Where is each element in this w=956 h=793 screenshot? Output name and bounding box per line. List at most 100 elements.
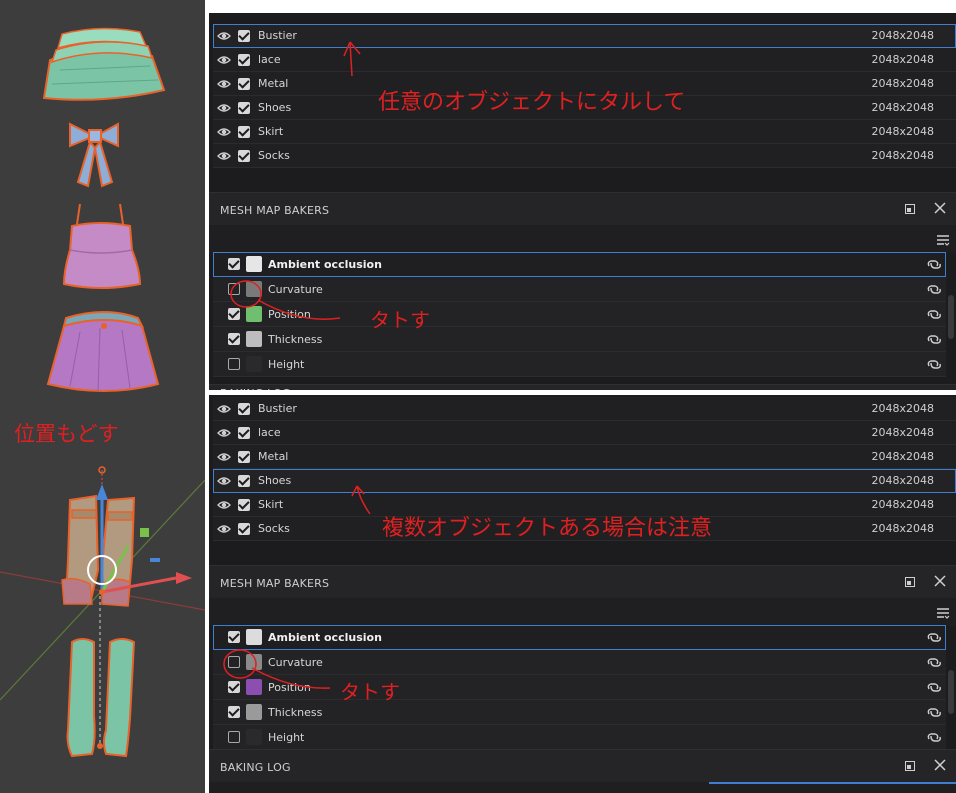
texture-set-row[interactable]: Bustier 2048x2048 [213, 24, 956, 48]
texture-set-checkbox[interactable] [238, 523, 250, 535]
baker-name: Thickness [268, 333, 323, 346]
eye-visibility-icon[interactable] [217, 498, 231, 512]
baker-checkbox[interactable] [228, 333, 240, 345]
baker-thumbnail-icon [246, 654, 262, 670]
float-panel-icon[interactable] [905, 761, 915, 771]
link-icon[interactable] [926, 307, 942, 321]
link-icon[interactable] [926, 680, 942, 694]
baker-thumbnail-icon [246, 356, 262, 372]
link-icon[interactable] [926, 730, 942, 744]
baker-thumbnail-icon [246, 729, 262, 745]
baker-row[interactable]: Ambient occlusion [213, 625, 946, 650]
baker-row[interactable]: Position [213, 675, 946, 700]
link-icon[interactable] [926, 282, 942, 296]
baker-name: Height [268, 358, 305, 371]
eye-visibility-icon[interactable] [217, 450, 231, 464]
texture-set-name: lace [258, 426, 281, 439]
baker-checkbox[interactable] [228, 731, 240, 743]
baker-thumbnail-icon [246, 629, 262, 645]
baker-checkbox[interactable] [228, 631, 240, 643]
float-panel-icon[interactable] [905, 204, 915, 214]
baker-checkbox[interactable] [228, 358, 240, 370]
baker-checkbox[interactable] [228, 283, 240, 295]
texture-set-checkbox[interactable] [238, 475, 250, 487]
link-icon[interactable] [926, 332, 942, 346]
baker-row[interactable]: Height [213, 725, 946, 750]
texture-set-checkbox[interactable] [238, 150, 250, 162]
eye-visibility-icon[interactable] [217, 77, 231, 91]
baker-checkbox[interactable] [228, 706, 240, 718]
texture-set-row[interactable]: lace 2048x2048 [213, 48, 956, 72]
eye-visibility-icon[interactable] [217, 149, 231, 163]
float-panel-icon[interactable] [905, 577, 915, 587]
link-icon[interactable] [926, 630, 942, 644]
baker-row[interactable]: Position [213, 302, 946, 327]
close-icon[interactable] [934, 202, 946, 214]
eye-visibility-icon[interactable] [217, 426, 231, 440]
texture-set-row[interactable]: Shoes 2048x2048 [213, 469, 956, 493]
viewport-scene [0, 27, 205, 758]
baker-row[interactable]: Height [213, 352, 946, 377]
eye-visibility-icon[interactable] [217, 125, 231, 139]
texture-set-resolution: 2048x2048 [871, 77, 935, 90]
eye-visibility-icon[interactable] [217, 402, 231, 416]
bakers-scrollbar[interactable] [948, 295, 954, 339]
socks-mesh [66, 596, 136, 758]
texture-set-resolution: 2048x2048 [871, 426, 935, 439]
texture-set-checkbox[interactable] [238, 427, 250, 439]
texture-set-resolution: 2048x2048 [871, 522, 935, 535]
mesh-map-bakers-header[interactable]: MESH MAP BAKERS [209, 192, 956, 225]
3d-viewport[interactable]: 位置もどす [0, 0, 205, 793]
texture-set-row[interactable]: Skirt 2048x2048 [213, 120, 956, 144]
baker-checkbox[interactable] [228, 258, 240, 270]
link-icon[interactable] [926, 705, 942, 719]
texture-set-row[interactable]: Bustier 2048x2048 [213, 397, 956, 421]
texture-set-row[interactable]: lace 2048x2048 [213, 421, 956, 445]
link-icon[interactable] [926, 357, 942, 371]
eye-visibility-icon[interactable] [217, 29, 231, 43]
eye-visibility-icon[interactable] [217, 474, 231, 488]
texture-set-checkbox[interactable] [238, 126, 250, 138]
baker-thumbnail-icon [246, 679, 262, 695]
section-title: BAKING LOG [220, 761, 291, 774]
baker-row[interactable]: Thickness [213, 700, 946, 725]
texture-set-checkbox[interactable] [238, 451, 250, 463]
texture-set-checkbox[interactable] [238, 78, 250, 90]
baker-name: Position [268, 681, 311, 694]
texture-set-checkbox[interactable] [238, 54, 250, 66]
close-icon[interactable] [934, 575, 946, 587]
texture-set-row[interactable]: Socks 2048x2048 [213, 144, 956, 168]
baking-log-header[interactable]: BAKING LOG [209, 749, 956, 782]
baker-checkbox[interactable] [228, 681, 240, 693]
texture-set-checkbox[interactable] [238, 30, 250, 42]
baker-row[interactable]: Ambient occlusion [213, 252, 946, 277]
texture-set-checkbox[interactable] [238, 102, 250, 114]
eye-visibility-icon[interactable] [217, 53, 231, 67]
baker-row[interactable]: Curvature [213, 650, 946, 675]
baker-thumbnail-icon [246, 256, 262, 272]
link-icon[interactable] [926, 257, 942, 271]
list-options-icon[interactable] [936, 233, 950, 247]
close-icon[interactable] [934, 759, 946, 771]
texture-set-checkbox[interactable] [238, 403, 250, 415]
list-options-icon[interactable] [936, 606, 950, 620]
texture-set-resolution: 2048x2048 [871, 29, 935, 42]
baker-checkbox[interactable] [228, 656, 240, 668]
texture-set-checkbox[interactable] [238, 499, 250, 511]
texture-set-row[interactable]: Metal 2048x2048 [213, 445, 956, 469]
origin-note: 位置もどす [14, 422, 119, 446]
baker-row[interactable]: Thickness [213, 327, 946, 352]
eye-visibility-icon[interactable] [217, 522, 231, 536]
texture-set-name: Metal [258, 450, 289, 463]
texture-set-name: Skirt [258, 498, 284, 511]
baker-row[interactable]: Curvature [213, 277, 946, 302]
bustier-mesh [62, 203, 142, 289]
eye-visibility-icon[interactable] [217, 101, 231, 115]
baker-name: Height [268, 731, 305, 744]
baker-checkbox[interactable] [228, 308, 240, 320]
link-icon[interactable] [926, 655, 942, 669]
mesh-map-bakers-header[interactable]: MESH MAP BAKERS [209, 565, 956, 598]
screenshot-root: 位置もどす Bustier 2048x2048 lace 2048x2048 Metal… [0, 0, 956, 793]
baking-log-header-partial[interactable]: BAKING LOG [209, 384, 956, 390]
bakers-scrollbar[interactable] [948, 670, 954, 714]
